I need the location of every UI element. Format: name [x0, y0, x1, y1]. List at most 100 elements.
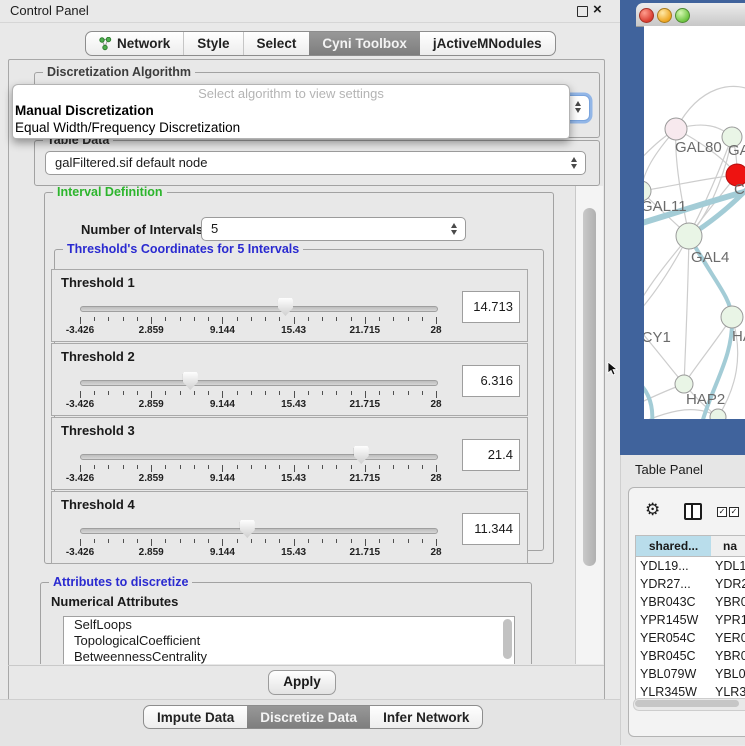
attribute-item[interactable]: SelfLoops — [64, 617, 514, 633]
algorithm-option[interactable]: Manual Discretization — [13, 102, 569, 119]
cytoscape-desktop: GAL80GACGAL11GAL4GCY1HAHAP2 — [620, 0, 745, 455]
attribute-item[interactable]: BetweennessCentrality — [64, 649, 514, 664]
slider-tick — [80, 317, 81, 324]
table-cell: YBR043C — [640, 593, 709, 611]
tab-infer-network[interactable]: Infer Network — [370, 706, 482, 728]
table-row[interactable]: YPR145WYPR1 — [636, 611, 745, 629]
tab-network[interactable]: Network — [86, 32, 183, 55]
table-row[interactable]: YER054CYER0 — [636, 629, 745, 647]
tab-discretize-data[interactable]: Discretize Data — [247, 706, 370, 728]
threshold-value-field[interactable]: 14.713 — [462, 291, 520, 323]
table-hscrollbar-track[interactable] — [633, 698, 745, 711]
mouse-cursor — [607, 362, 619, 376]
table-hscrollbar-thumb[interactable] — [635, 700, 739, 707]
slider-track[interactable] — [80, 306, 438, 312]
network-window: GAL80GACGAL11GAL4GCY1HAHAP2 — [636, 3, 745, 455]
slider-tick — [80, 465, 81, 472]
table-cell: YBR0 — [715, 647, 745, 665]
node-table[interactable]: shared...na YDL19...YDL1YDR27...YDR2YBR0… — [635, 535, 745, 700]
threshold-value-field[interactable]: 11.344 — [462, 513, 520, 545]
checkbox-icon[interactable]: ✓ — [729, 507, 739, 517]
close-traffic-light-icon[interactable] — [639, 8, 654, 23]
network-edge[interactable] — [644, 175, 737, 191]
slider-tick — [94, 317, 95, 321]
main-scrollbar-track[interactable] — [575, 186, 603, 664]
slider-tick — [251, 317, 252, 321]
threshold-value-field[interactable]: 6.316 — [462, 365, 520, 397]
checkbox-icon[interactable]: ✓ — [717, 507, 727, 517]
attribute-item[interactable]: TopologicalCoefficient — [64, 633, 514, 649]
minimize-traffic-light-icon[interactable] — [657, 8, 672, 23]
slider-tick — [436, 465, 437, 472]
slider-tick — [365, 317, 366, 324]
tab-label: Network — [117, 36, 170, 51]
slider-tick — [180, 539, 181, 543]
threshold-value-field[interactable]: 21.4 — [462, 439, 520, 471]
network-edge[interactable] — [684, 317, 732, 384]
columns-icon[interactable] — [684, 503, 702, 520]
node-bottom[interactable] — [710, 409, 726, 419]
slider-track[interactable] — [80, 454, 438, 460]
tab-label: Select — [257, 36, 297, 51]
slider-tick — [151, 391, 152, 398]
slider-tick-label: 28 — [430, 547, 441, 558]
slider-tick-label: -3.426 — [66, 547, 94, 558]
numerical-attributes-list[interactable]: SelfLoopsTopologicalCoefficientBetweenne… — [63, 616, 515, 664]
tab-jactivemnodules[interactable]: jActiveMNodules — [420, 32, 555, 55]
slider-tick — [108, 391, 109, 395]
network-edge[interactable] — [676, 86, 745, 129]
tab-style[interactable]: Style — [183, 32, 242, 55]
tab-label: Discretize Data — [260, 710, 357, 725]
slider-thumb[interactable] — [240, 520, 255, 538]
slider-tick — [279, 391, 280, 395]
tab-cyni-toolbox[interactable]: Cyni Toolbox — [309, 32, 420, 55]
tab-select[interactable]: Select — [243, 32, 310, 55]
gear-icon[interactable]: ⚙ — [645, 501, 660, 518]
table-column-header-2[interactable]: na — [711, 536, 745, 557]
table-data-group: Table Data galFiltered.sif default node — [34, 140, 600, 186]
slider-tick-label: 2.859 — [139, 547, 164, 558]
node-gal4[interactable] — [676, 223, 702, 249]
table-data-combobox[interactable]: galFiltered.sif default node — [45, 151, 586, 175]
num-intervals-combobox[interactable]: 5 — [201, 217, 466, 241]
slider-tick — [251, 391, 252, 395]
slider-tick — [137, 539, 138, 543]
table-row[interactable]: YBR045CYBR0 — [636, 647, 745, 665]
slider-tick — [351, 465, 352, 469]
tab-impute-data[interactable]: Impute Data — [144, 706, 247, 728]
algorithm-option[interactable]: Equal Width/Frequency Discretization — [13, 119, 569, 136]
slider-track[interactable] — [80, 380, 438, 386]
list-scrollbar-thumb[interactable] — [503, 619, 512, 659]
node-gal80[interactable] — [665, 118, 687, 140]
table-row[interactable]: YBL079WYBL0 — [636, 665, 745, 683]
slider-tick — [222, 317, 223, 324]
node-mid-right[interactable] — [721, 306, 743, 328]
slider-thumb[interactable] — [183, 372, 198, 390]
table-column-header-1[interactable]: shared... — [636, 536, 712, 557]
network-edge[interactable] — [644, 378, 652, 419]
slider-thumb[interactable] — [354, 446, 369, 464]
float-window-icon[interactable] — [577, 6, 588, 17]
close-icon[interactable]: × — [593, 1, 602, 18]
slider-tick — [237, 317, 238, 321]
slider-tick — [393, 465, 394, 469]
slider-track[interactable] — [80, 528, 438, 534]
slider-tick-label: 28 — [430, 325, 441, 336]
apply-button[interactable]: Apply — [268, 670, 336, 695]
network-edge[interactable] — [684, 236, 689, 384]
table-row[interactable]: YDL19...YDL1 — [636, 557, 745, 575]
network-canvas[interactable]: GAL80GACGAL11GAL4GCY1HAHAP2 — [644, 26, 745, 419]
table-row[interactable]: YDR27...YDR2 — [636, 575, 745, 593]
main-scrollbar-thumb[interactable] — [583, 208, 596, 566]
group-title-attributes: Attributes to discretize — [49, 575, 192, 589]
table-cell: YDR27... — [640, 575, 709, 593]
slider-thumb[interactable] — [278, 298, 293, 316]
table-row[interactable]: YBR043CYBR0 — [636, 593, 745, 611]
zoom-traffic-light-icon[interactable] — [675, 8, 690, 23]
bottom-tab-bar: Impute Data Discretize Data Infer Network — [143, 705, 483, 729]
slider-tick — [265, 391, 266, 395]
slider-tick-label: 15.43 — [281, 473, 306, 484]
network-window-titlebar[interactable] — [636, 3, 745, 27]
slider-tick — [108, 317, 109, 321]
slider-tick — [251, 539, 252, 543]
